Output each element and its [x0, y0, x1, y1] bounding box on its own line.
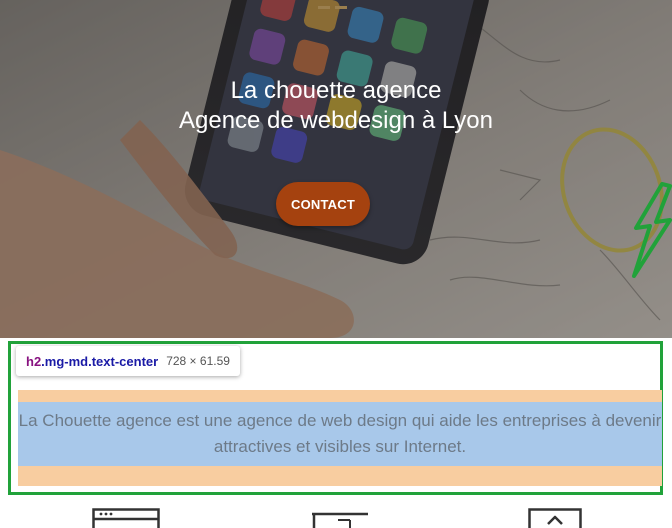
page: La chouette agence Agence de webdesign à…	[0, 0, 672, 528]
inspector-classes: .mg-md.text-center	[41, 353, 159, 369]
hero-overlay	[0, 0, 672, 338]
crop-frame-icon	[312, 512, 368, 528]
inspector-tooltip: h2 .mg-md.text-center 728 × 61.59	[16, 346, 240, 376]
hero-title: La chouette agence Agence de webdesign à…	[0, 76, 672, 136]
inspector-tag: h2	[26, 353, 42, 369]
hero-title-line-1: La chouette agence	[230, 77, 442, 104]
browser-window-icon	[92, 508, 160, 528]
upload-box-icon	[528, 508, 582, 528]
intro-heading: La Chouette agence est une agence de web…	[18, 411, 662, 456]
hero-title-line-2: Agence de webdesign à Lyon	[178, 107, 493, 134]
contact-button[interactable]: CONTACT	[276, 182, 370, 226]
hero-section: La chouette agence Agence de webdesign à…	[0, 0, 672, 338]
inspector-dimensions: 728 × 61.59	[166, 354, 230, 368]
green-arrow-icon	[632, 182, 672, 278]
margin-top-highlight	[18, 390, 662, 402]
margin-bottom-highlight	[18, 466, 662, 486]
